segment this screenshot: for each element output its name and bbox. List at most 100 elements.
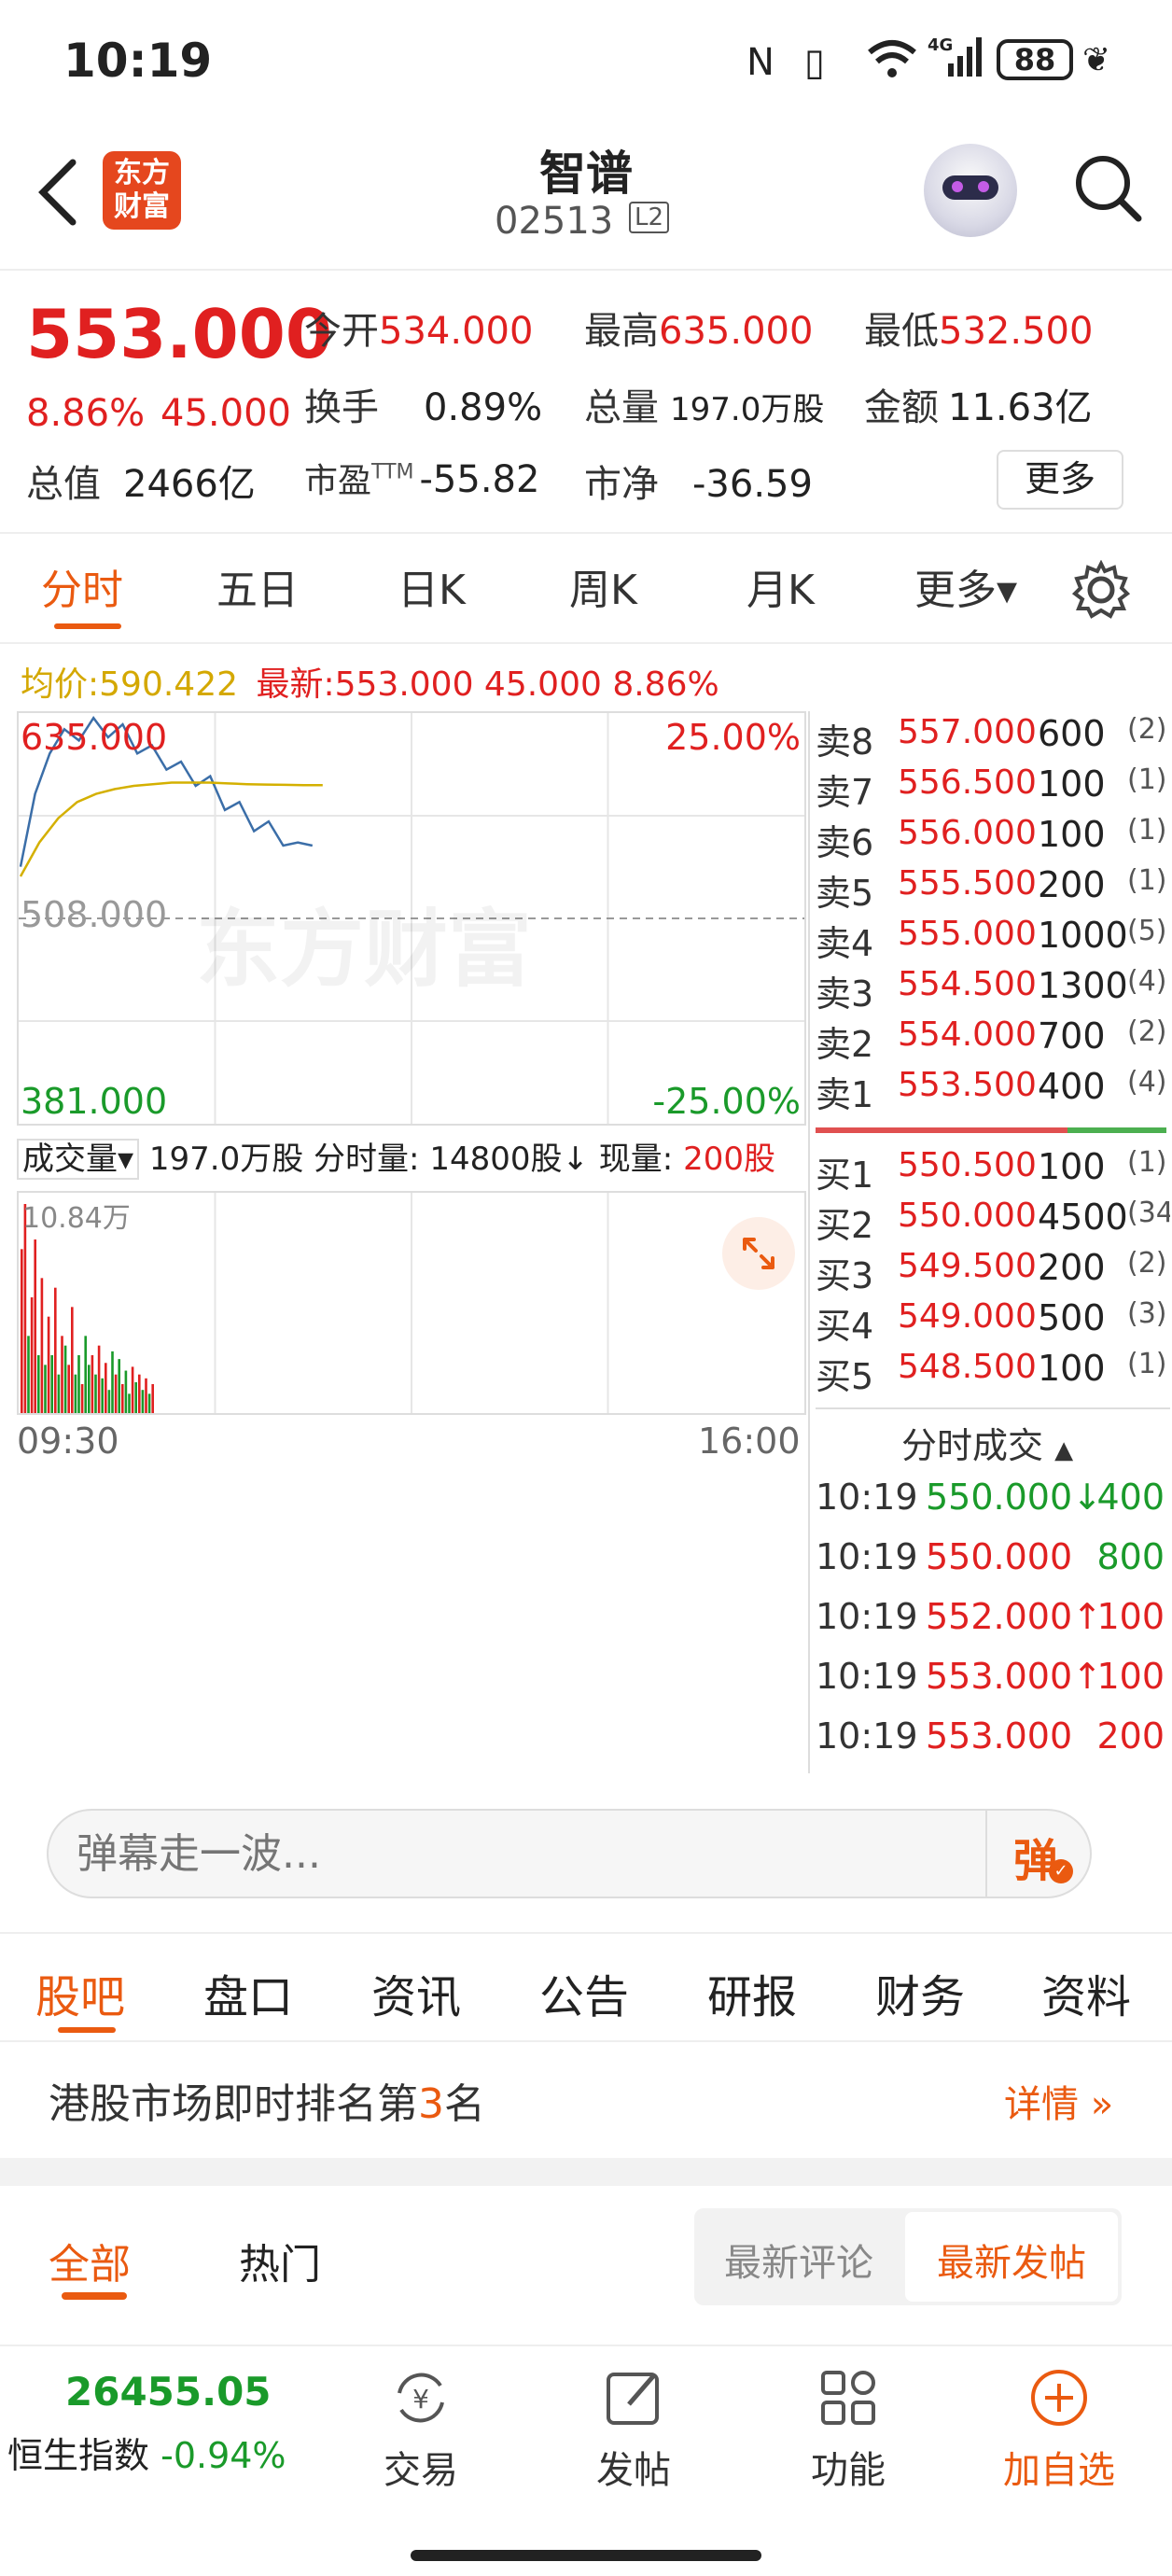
trade-button[interactable]: ¥ 交易	[351, 2365, 491, 2494]
tab-pankou[interactable]: 盘口	[203, 1960, 293, 2025]
ask-order-count: (1)	[1127, 814, 1167, 847]
tab-research[interactable]: 研报	[707, 1960, 797, 2025]
tab-daily-k[interactable]: 日K	[398, 556, 466, 616]
stock-name: 智谱	[539, 147, 633, 201]
index-value[interactable]: 26455.05	[65, 2369, 272, 2415]
ask-price: 556.500	[898, 763, 1037, 802]
volume-bar	[34, 1239, 36, 1413]
bid-order-count: (34)	[1127, 1197, 1170, 1229]
ask-order-count: (4)	[1127, 965, 1167, 998]
ask-order-count: (5)	[1127, 915, 1167, 947]
amount-field: 金额 11.63亿	[864, 386, 1093, 429]
ask-price: 554.500	[898, 965, 1037, 1003]
more-button[interactable]: 更多	[997, 450, 1123, 510]
bid-level-label: 买4	[816, 1306, 874, 1347]
functions-button[interactable]: 功能	[778, 2365, 918, 2494]
ask-row[interactable]: 卖3 554.500 1300 (4)	[816, 965, 1170, 1015]
volume-bar	[37, 1355, 40, 1413]
ask-level-label: 卖4	[816, 923, 874, 964]
tab-profile[interactable]: 资料	[1041, 1960, 1131, 2025]
bid-level-label: 买3	[816, 1255, 874, 1296]
change-pct: 8.86%	[26, 392, 146, 435]
signal-icon: 4G	[928, 35, 985, 78]
volume-bar	[118, 1359, 120, 1413]
bid-row[interactable]: 买4 549.000 500 (3)	[816, 1297, 1170, 1348]
rank-text: 港股市场即时排名第3名	[49, 2080, 485, 2128]
open-field: 今开534.000	[304, 310, 534, 353]
volume-bar	[145, 1378, 147, 1413]
robot-assistant-icon[interactable]	[924, 144, 1017, 237]
tab-financials[interactable]: 财务	[875, 1960, 965, 2025]
index-ticker[interactable]: 恒生指数 -0.94%	[7, 2427, 286, 2478]
search-icon[interactable]	[1071, 147, 1146, 231]
price-axis-bottom: 381.000	[21, 1081, 168, 1122]
volume-bar	[50, 1355, 53, 1413]
ask-row[interactable]: 卖5 555.500 200 (1)	[816, 864, 1170, 915]
vibrate-icon: ▯	[804, 41, 826, 84]
settings-gear-icon[interactable]	[1071, 559, 1131, 620]
volume-bar	[128, 1393, 131, 1413]
volume-bar	[84, 1336, 87, 1413]
tab-weekly-k[interactable]: 周K	[569, 556, 637, 616]
ask-quantity: 100	[1038, 763, 1106, 805]
tab-more[interactable]: 更多▾	[914, 556, 1017, 616]
order-book[interactable]: 卖8 557.000 600 (2) 卖7 556.500 100 (1) 卖6 556.000 1…	[816, 711, 1170, 1118]
back-icon[interactable]	[30, 155, 86, 230]
add-watchlist-button[interactable]: 加自选	[989, 2365, 1129, 2494]
volume-bar	[138, 1374, 141, 1413]
trade-price: 550.000↓	[926, 1477, 1102, 1518]
volume-bar	[107, 1390, 111, 1413]
tab-five-day[interactable]: 五日	[216, 556, 299, 616]
volume-bar	[141, 1390, 145, 1413]
ask-row[interactable]: 卖2 554.000 700 (2)	[816, 1015, 1170, 1066]
turnover-field: 换手 0.89%	[304, 386, 543, 429]
expand-icon[interactable]	[722, 1217, 795, 1290]
grid-icon	[821, 2371, 875, 2425]
filter-all[interactable]: 全部	[49, 2231, 131, 2290]
ask-row[interactable]: 卖8 557.000 600 (2)	[816, 713, 1170, 763]
ask-row[interactable]: 卖4 555.000 1000 (5)	[816, 915, 1170, 965]
tab-announcements[interactable]: 公告	[539, 1960, 629, 2025]
intraday-price-chart[interactable]: 东方财富 635.000 508.000 381.000 25.00% -25.…	[17, 711, 806, 1126]
volume-bar	[74, 1374, 77, 1413]
trades-title[interactable]: 分时成交 ▲	[901, 1417, 1073, 1468]
bid-row[interactable]: 买3 549.500 200 (2)	[816, 1247, 1170, 1297]
tab-guba[interactable]: 股吧	[35, 1960, 125, 2025]
tab-news[interactable]: 资讯	[371, 1960, 461, 2025]
price-axis-top: 635.000	[21, 717, 168, 758]
tab-monthly-k[interactable]: 月K	[746, 556, 815, 616]
ask-price: 557.000	[898, 713, 1037, 751]
volume-chart[interactable]: 10.84万	[17, 1191, 806, 1415]
ask-row[interactable]: 卖6 556.000 100 (1)	[816, 814, 1170, 864]
ask-level-label: 卖7	[816, 772, 874, 813]
sort-latest-post[interactable]: 最新发帖	[937, 2233, 1086, 2287]
bid-row[interactable]: 买2 550.0004500(34)	[816, 1197, 1170, 1247]
bid-strength-bar	[1067, 1127, 1166, 1133]
ask-price: 555.000	[898, 915, 1037, 953]
pct-axis-bottom: -25.00%	[652, 1081, 801, 1122]
last-price: 553.000	[26, 295, 332, 373]
price-legend: 均价:590.422 最新:553.000 45.000 8.86%	[21, 665, 719, 704]
active-tab-indicator	[54, 623, 121, 629]
danmu-input[interactable]	[77, 1824, 991, 1883]
bid-book[interactable]: 买1550.500100(1)买2550.0004500(34)买3549.50…	[816, 1144, 1170, 1402]
volume-bar	[80, 1384, 84, 1413]
market-rank-row[interactable]: 港股市场即时排名第3名 详情 »	[0, 2044, 1172, 2156]
bid-row[interactable]: 买1 550.500 100 (1)	[816, 1146, 1170, 1197]
danmu-divider	[985, 1811, 987, 1897]
ask-row[interactable]: 卖7 556.500 100 (1)	[816, 763, 1170, 814]
volume-indicator-select[interactable]: 成交量▾	[17, 1139, 140, 1180]
rank-detail-link[interactable]: 详情 »	[1004, 2074, 1113, 2128]
tab-intraday[interactable]: 分时	[41, 556, 123, 616]
trade-quantity: 100	[1096, 1596, 1165, 1637]
ask-row[interactable]: 卖1 553.500 400 (4)	[816, 1066, 1170, 1116]
danmu-input-bar[interactable]: 弹 ✓	[47, 1809, 1092, 1898]
ask-quantity: 1300	[1038, 965, 1128, 1006]
filter-hot[interactable]: 热门	[239, 2231, 321, 2290]
bid-row[interactable]: 买5 548.500 100 (1)	[816, 1348, 1170, 1398]
app-logo[interactable]: 东方 财富	[103, 151, 181, 230]
sort-latest-comment[interactable]: 最新评论	[724, 2233, 873, 2287]
volume-bar	[105, 1363, 107, 1413]
status-bar: 10:19 N ▯ 4G 88 ❦	[0, 0, 1172, 131]
post-button[interactable]: 发帖	[564, 2365, 704, 2494]
